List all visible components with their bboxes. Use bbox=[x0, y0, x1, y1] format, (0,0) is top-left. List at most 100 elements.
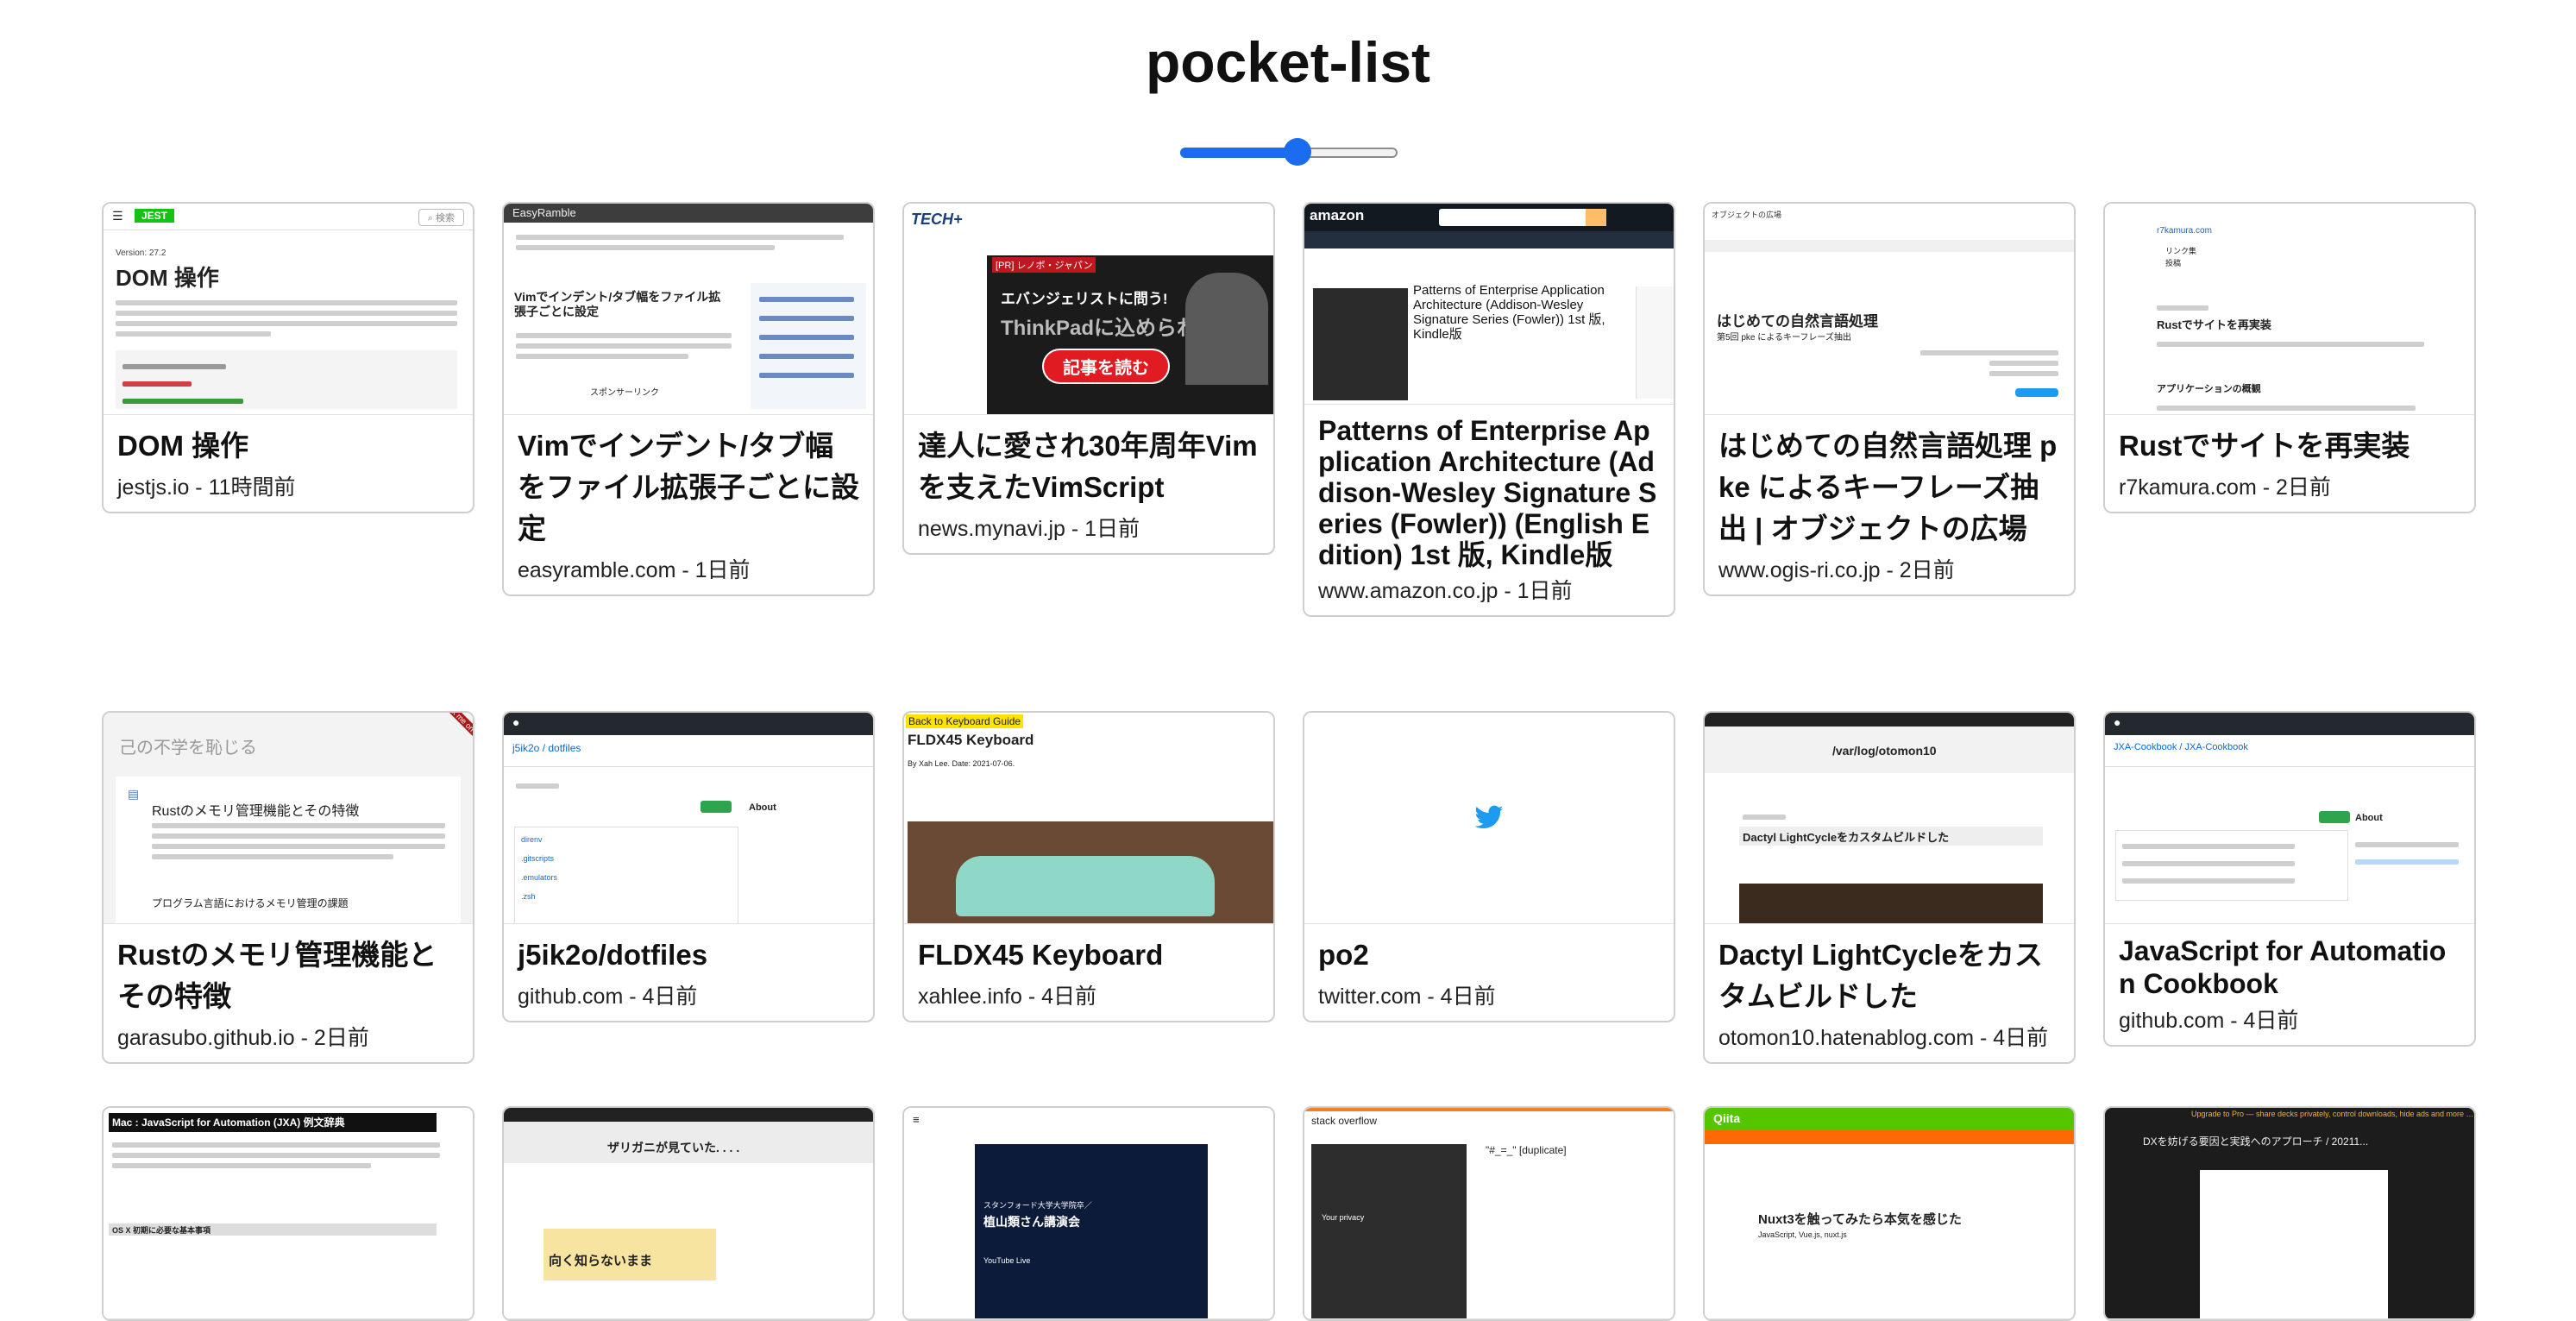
card-meta: www.amazon.co.jp - 1日前 bbox=[1318, 579, 1573, 603]
document-icon: ▤ bbox=[128, 787, 140, 801]
text-line bbox=[152, 844, 445, 849]
text-line bbox=[516, 235, 844, 240]
card-title[interactable]: po2 bbox=[1318, 934, 1660, 976]
slider-thumb[interactable] bbox=[1284, 138, 1312, 166]
site-link: r7kamura.com bbox=[2157, 226, 2212, 236]
thumb-heading: DOM 操作 bbox=[116, 265, 219, 291]
text-line bbox=[516, 245, 775, 250]
back-link: Back to Keyboard Guide bbox=[906, 714, 1024, 728]
text-line bbox=[2122, 844, 2295, 849]
pocket-card[interactable]: ☰ JEST ⌕ 検索 Version: 27.2 DOM 操作 DOM 操作 … bbox=[102, 202, 474, 513]
pocket-card[interactable]: TECH+ [PR] レノボ・ジャパン エバンジェリストに問う! ThinkPa… bbox=[902, 202, 1275, 555]
slider-fill bbox=[1180, 148, 1298, 158]
pocket-card[interactable]: Qiita Nuxt3を触ってみたら本気を感じた JavaScript, Vue… bbox=[1703, 1106, 2076, 1321]
card-thumbnail: EasyRamble Vimでインデント/タブ幅をファイル拡張子ごとに設定 スポ… bbox=[504, 204, 873, 415]
card-thumbnail: 己の不学を恥じる Fork me on GitHub ▤ Rustのメモリ管理機… bbox=[104, 713, 473, 924]
text-line bbox=[116, 331, 271, 337]
card-meta: xahlee.info - 4日前 bbox=[918, 984, 1097, 1009]
ad-line: エバンジェリストに問う! bbox=[1001, 291, 1168, 307]
ad-tag: [PR] レノボ・ジャパン bbox=[992, 257, 1096, 273]
card-title[interactable]: Patterns of Enterprise Application Archi… bbox=[1318, 415, 1660, 570]
pocket-card[interactable]: ≡ スタンフォード大学大学院卒／ 植山類さん講演会 YouTube Live bbox=[902, 1106, 1275, 1321]
text-line bbox=[2157, 305, 2208, 311]
menu-icon: ≡ bbox=[913, 1113, 920, 1126]
pocket-card[interactable]: amazon Patterns of Enterprise Applicatio… bbox=[1303, 202, 1675, 617]
card-thumbnail: ☰ JEST ⌕ 検索 Version: 27.2 DOM 操作 bbox=[104, 204, 473, 415]
text-line bbox=[112, 1142, 440, 1148]
card-title[interactable]: JavaScript for Automation Cookbook bbox=[2119, 934, 2460, 1000]
card-title[interactable]: j5ik2o/dotfiles bbox=[518, 934, 859, 976]
thumb-heading: Rustでサイトを再実装 bbox=[2157, 318, 2271, 331]
text-line bbox=[516, 333, 732, 338]
text-line bbox=[516, 783, 559, 789]
text-line bbox=[2122, 878, 2295, 884]
pocket-card[interactable]: Upgrade to Pro — share decks privately, … bbox=[2103, 1106, 2476, 1321]
text-line bbox=[116, 300, 457, 305]
text-line bbox=[1920, 350, 2058, 355]
slide-preview bbox=[2200, 1170, 2388, 1318]
event-banner bbox=[975, 1144, 1208, 1318]
thumb-heading: DXを妨げる要因と実践へのアプローチ / 20211... bbox=[2143, 1135, 2369, 1148]
code-line bbox=[123, 381, 192, 387]
pocket-card[interactable]: Mac : JavaScript for Automation (JXA) 例文… bbox=[102, 1106, 474, 1321]
card-size-slider[interactable] bbox=[1180, 138, 1399, 166]
pocket-card[interactable]: r7kamura.com リンク集 投稿 Rustでサイトを再実装 アプリケーシ… bbox=[2103, 202, 2476, 513]
site-name: EasyRamble bbox=[512, 206, 576, 219]
about-heading: About bbox=[2355, 813, 2383, 823]
keyboard-keys bbox=[956, 856, 1215, 916]
card-title[interactable]: FLDX45 Keyboard bbox=[918, 934, 1260, 976]
about-heading: About bbox=[749, 802, 776, 813]
pocket-card[interactable]: ● JXA-Cookbook / JXA-Cookbook About Java… bbox=[2103, 711, 2476, 1047]
text-line bbox=[759, 354, 854, 359]
card-title[interactable]: Vimでインデント/タブ幅をファイル拡張子ごとに設定 bbox=[518, 425, 859, 550]
text-line bbox=[116, 311, 457, 316]
text-line bbox=[759, 373, 854, 378]
card-thumbnail: ● JXA-Cookbook / JXA-Cookbook About bbox=[2105, 713, 2474, 924]
search-box: ⌕ 検索 bbox=[418, 209, 464, 226]
byline: By Xah Lee. Date: 2021-07-06. bbox=[908, 759, 1015, 768]
pocket-card[interactable]: /var/log/otomon10 Dactyl LightCycleをカスタム… bbox=[1703, 711, 2076, 1064]
banner-line: YouTube Live bbox=[983, 1256, 1031, 1265]
pocket-card[interactable]: 己の不学を恥じる Fork me on GitHub ▤ Rustのメモリ管理機… bbox=[102, 711, 474, 1064]
thumb-heading: FLDX45 Keyboard bbox=[908, 732, 1034, 748]
text-line bbox=[112, 1153, 440, 1158]
pocket-card[interactable]: ザリガニが見ていた. . . . 向く知らないまま bbox=[502, 1106, 875, 1321]
card-thumbnail: オブジェクトの広場 はじめての自然言語処理 第5回 pke によるキーフレーズ抽… bbox=[1705, 204, 2074, 415]
pocket-card[interactable]: stack overflow "#_=_" [duplicate] Your p… bbox=[1303, 1106, 1675, 1321]
card-title[interactable]: 達人に愛され30年周年Vimを支えたVimScript bbox=[918, 425, 1260, 508]
thumb-heading: Mac : JavaScript for Automation (JXA) 例文… bbox=[112, 1117, 345, 1129]
card-meta: r7kamura.com - 2日前 bbox=[2119, 475, 2331, 500]
blog-title: /var/log/otomon10 bbox=[1832, 744, 1937, 758]
card-title[interactable]: Rustのメモリ管理機能とその特徴 bbox=[117, 934, 459, 1017]
pocket-card[interactable]: po2 twitter.com - 4日前 bbox=[1303, 711, 1675, 1022]
thumb-heading: Rustのメモリ管理機能とその特徴 bbox=[152, 804, 360, 819]
card-thumbnail: Upgrade to Pro — share decks privately, … bbox=[2105, 1108, 2474, 1319]
card-title[interactable]: Rustでサイトを再実装 bbox=[2119, 425, 2460, 467]
menu-icon: ☰ bbox=[112, 209, 123, 223]
amazon-logo: amazon bbox=[1310, 207, 1365, 223]
topic-tags bbox=[2355, 859, 2459, 865]
pocket-card[interactable]: Back to Keyboard Guide FLDX45 Keyboard B… bbox=[902, 711, 1275, 1022]
file-entry: direnv bbox=[521, 835, 543, 844]
repo-name: j5ik2o / dotfiles bbox=[512, 742, 581, 754]
pocket-card[interactable]: ● j5ik2o / dotfiles About direnv .gitscr… bbox=[502, 711, 875, 1022]
card-title[interactable]: Dactyl LightCycleをカスタムビルドした bbox=[1718, 934, 2060, 1017]
pocket-card[interactable]: オブジェクトの広場 はじめての自然言語処理 第5回 pke によるキーフレーズ抽… bbox=[1703, 202, 2076, 596]
github-logo-icon: ● bbox=[512, 715, 520, 729]
card-title[interactable]: はじめての自然言語処理 pke によるキーフレーズ抽出 | オブジェクトの広場 bbox=[1718, 425, 2060, 550]
card-title[interactable]: DOM 操作 bbox=[117, 425, 459, 467]
cookie-dialog bbox=[1311, 1144, 1467, 1318]
text-line bbox=[112, 1163, 371, 1168]
card-thumbnail bbox=[1304, 713, 1674, 924]
thumb-subheading: アプリケーションの概観 bbox=[2157, 384, 2261, 394]
so-logo: stack overflow bbox=[1311, 1115, 1378, 1127]
text-line bbox=[516, 343, 732, 349]
card-meta: otomon10.hatenablog.com - 4日前 bbox=[1718, 1026, 2049, 1050]
file-entry: .gitscripts bbox=[521, 854, 555, 863]
thumb-heading: Dactyl LightCycleをカスタムビルドした bbox=[1743, 831, 1950, 844]
thumb-subheading: OS X 初期に必要な基本事項 bbox=[112, 1226, 211, 1235]
card-meta: news.mynavi.jp - 1日前 bbox=[918, 517, 1140, 541]
share-button bbox=[2015, 388, 2058, 397]
card-thumbnail: TECH+ [PR] レノボ・ジャパン エバンジェリストに問う! ThinkPa… bbox=[904, 204, 1273, 415]
pocket-card[interactable]: EasyRamble Vimでインデント/タブ幅をファイル拡張子ごとに設定 スポ… bbox=[502, 202, 875, 596]
